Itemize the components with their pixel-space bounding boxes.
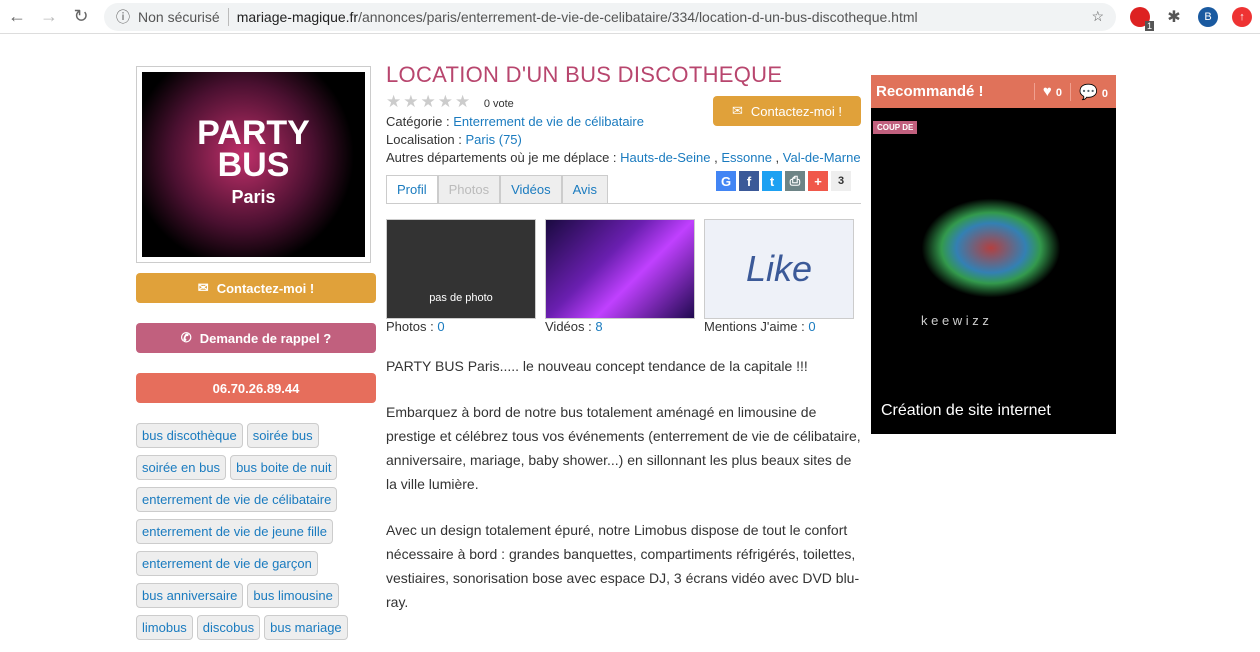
- info-icon[interactable]: ⓘ: [116, 7, 130, 27]
- dept-link[interactable]: Hauts-de-Seine: [620, 150, 710, 165]
- tab-videos[interactable]: Vidéos: [500, 175, 562, 203]
- media-row: pas de photo Photos : 0 Vidéos : 8 Like Me…: [386, 219, 861, 334]
- mail-icon: ✉: [197, 280, 209, 295]
- coup-de-coeur-badge: COUP DE: [873, 121, 918, 134]
- callback-label: Demande de rappel ?: [199, 330, 332, 346]
- media-label: Photos :: [386, 319, 434, 334]
- location-link[interactable]: Paris (75): [466, 132, 522, 147]
- page-title: LOCATION D'UN BUS DISCOTHEQUE: [386, 62, 783, 87]
- facebook-icon[interactable]: f: [739, 171, 759, 191]
- like-count: 0: [1055, 87, 1063, 99]
- tab-avis[interactable]: Avis: [561, 175, 608, 203]
- tag[interactable]: bus boite de nuit: [230, 455, 338, 480]
- other-label: Autres départements où je me déplace :: [386, 150, 617, 165]
- category-label: Catégorie :: [386, 114, 450, 129]
- plus-icon[interactable]: +: [808, 171, 828, 191]
- url-path: /annonces/paris/enterrement-de-vie-de-ce…: [358, 8, 918, 25]
- avatar[interactable]: B: [1198, 6, 1218, 27]
- print-icon[interactable]: ⎙: [785, 171, 805, 191]
- description: PARTY BUS Paris..... le nouveau concept …: [386, 354, 861, 614]
- brand-name: k e e w i z z: [921, 313, 989, 328]
- browser-toolbar: ← → ↻ ⓘ Non sécurisé mariage-magique.fr/…: [0, 0, 1260, 34]
- phone-icon: ✆: [180, 330, 192, 345]
- recommended-title: Recommandé !: [876, 83, 984, 100]
- ad-caption: Création de site internet: [881, 402, 1051, 419]
- tag[interactable]: bus anniversaire: [136, 583, 244, 608]
- paragraph: Avec un design totalement épuré, notre L…: [386, 522, 860, 610]
- address-bar[interactable]: ⓘ Non sécurisé mariage-magique.fr/annonc…: [104, 2, 1116, 31]
- share-count: 3: [831, 171, 851, 191]
- forward-icon[interactable]: →: [40, 6, 58, 27]
- extension-icon[interactable]: 1: [1130, 6, 1154, 31]
- no-photo-thumb[interactable]: pas de photo: [386, 219, 536, 319]
- like-thumb[interactable]: Like: [704, 219, 854, 319]
- url-domain: mariage-magique.fr: [236, 8, 359, 25]
- callback-button[interactable]: ✆ Demande de rappel ?: [136, 323, 376, 353]
- tab-profil[interactable]: Profil: [386, 175, 438, 203]
- comment-count: 0: [1101, 87, 1108, 100]
- contact-label: Contactez-moi !: [750, 103, 842, 119]
- media-count[interactable]: 0: [808, 319, 815, 334]
- divider: [227, 7, 229, 26]
- puzzle-icon[interactable]: ✱: [1164, 7, 1184, 27]
- tabs: Profil Photos Vidéos Avis G f t ⎙ + 3: [386, 171, 861, 204]
- ad-image[interactable]: COUP DE k e e w i z z Création de site i…: [871, 108, 1116, 434]
- tag[interactable]: limobus: [136, 615, 193, 640]
- tag[interactable]: soirée bus: [246, 423, 319, 448]
- dept-link[interactable]: Val-de-Marne: [783, 150, 861, 165]
- share-bar: G f t ⎙ + 3: [716, 171, 851, 191]
- flame-logo: [921, 198, 1061, 298]
- tag[interactable]: enterrement de vie de garçon: [136, 551, 318, 576]
- recommended-panel: Recommandé ! ♥ 0 💬 0 COUP DE k e e w i z…: [871, 75, 1116, 434]
- tag[interactable]: discobus: [196, 615, 261, 640]
- phone-button[interactable]: 06.70.26.89.44: [136, 373, 376, 403]
- update-icon[interactable]: ↑: [1232, 6, 1252, 27]
- tag[interactable]: bus limousine: [247, 583, 339, 608]
- sidebar: PARTY BUS Paris ✉ Contactez-moi ! ✆ Demande …: [136, 66, 376, 640]
- rating-stars[interactable]: ★★★★★: [386, 92, 472, 111]
- tag[interactable]: enterrement de vie de jeune fille: [136, 519, 334, 544]
- tag[interactable]: soirée en bus: [136, 455, 227, 480]
- media-label: Mentions J'aime :: [704, 319, 805, 334]
- media-count[interactable]: 8: [595, 319, 602, 334]
- tag[interactable]: bus mariage: [264, 615, 348, 640]
- logo-text: PARTY: [197, 113, 310, 152]
- contact-button-top[interactable]: ✉ Contactez-moi !: [713, 96, 861, 126]
- paragraph: Embarquez à bord de notre bus totalement…: [386, 404, 861, 492]
- tab-photos[interactable]: Photos: [437, 175, 501, 203]
- tag[interactable]: enterrement de vie de célibataire: [136, 487, 338, 512]
- reload-icon[interactable]: ↻: [72, 6, 90, 27]
- tag-list: bus discothèque soirée bus soirée en bus b…: [136, 423, 366, 640]
- comment-button[interactable]: 💬 0: [1070, 82, 1116, 101]
- videos-block[interactable]: Vidéos : 8: [545, 219, 695, 334]
- like-button[interactable]: ♥ 0: [1033, 83, 1070, 100]
- contact-button[interactable]: ✉ Contactez-moi !: [136, 273, 376, 303]
- mail-icon: ✉: [732, 103, 743, 118]
- location-label: Localisation :: [386, 132, 462, 147]
- logo-text: BUS: [217, 145, 290, 184]
- contact-label: Contactez-moi !: [216, 280, 315, 296]
- logo: PARTY BUS Paris: [136, 66, 371, 263]
- main-content: LOCATION D'UN BUS DISCOTHEQUE ✉ Contactez…: [386, 62, 861, 614]
- category-link[interactable]: Enterrement de vie de célibataire: [453, 114, 644, 129]
- likes-block[interactable]: Like Mentions J'aime : 0: [704, 219, 854, 334]
- dept-link[interactable]: Essonne: [721, 150, 772, 165]
- vote-count: 0 vote: [483, 98, 514, 110]
- media-count[interactable]: 0: [437, 319, 444, 334]
- back-icon[interactable]: ←: [8, 6, 26, 27]
- logo-text: Paris: [231, 186, 276, 207]
- media-label: Vidéos :: [545, 319, 592, 334]
- google-icon[interactable]: G: [716, 171, 736, 191]
- extension-badge: 1: [1144, 20, 1154, 31]
- star-icon[interactable]: ☆: [1091, 8, 1104, 25]
- photos-block[interactable]: pas de photo Photos : 0: [386, 219, 536, 334]
- security-label: Non sécurisé: [138, 8, 220, 25]
- video-thumb[interactable]: [545, 219, 695, 319]
- paragraph: PARTY BUS Paris..... le nouveau concept …: [386, 358, 808, 374]
- twitter-icon[interactable]: t: [762, 171, 782, 191]
- tag[interactable]: bus discothèque: [136, 423, 243, 448]
